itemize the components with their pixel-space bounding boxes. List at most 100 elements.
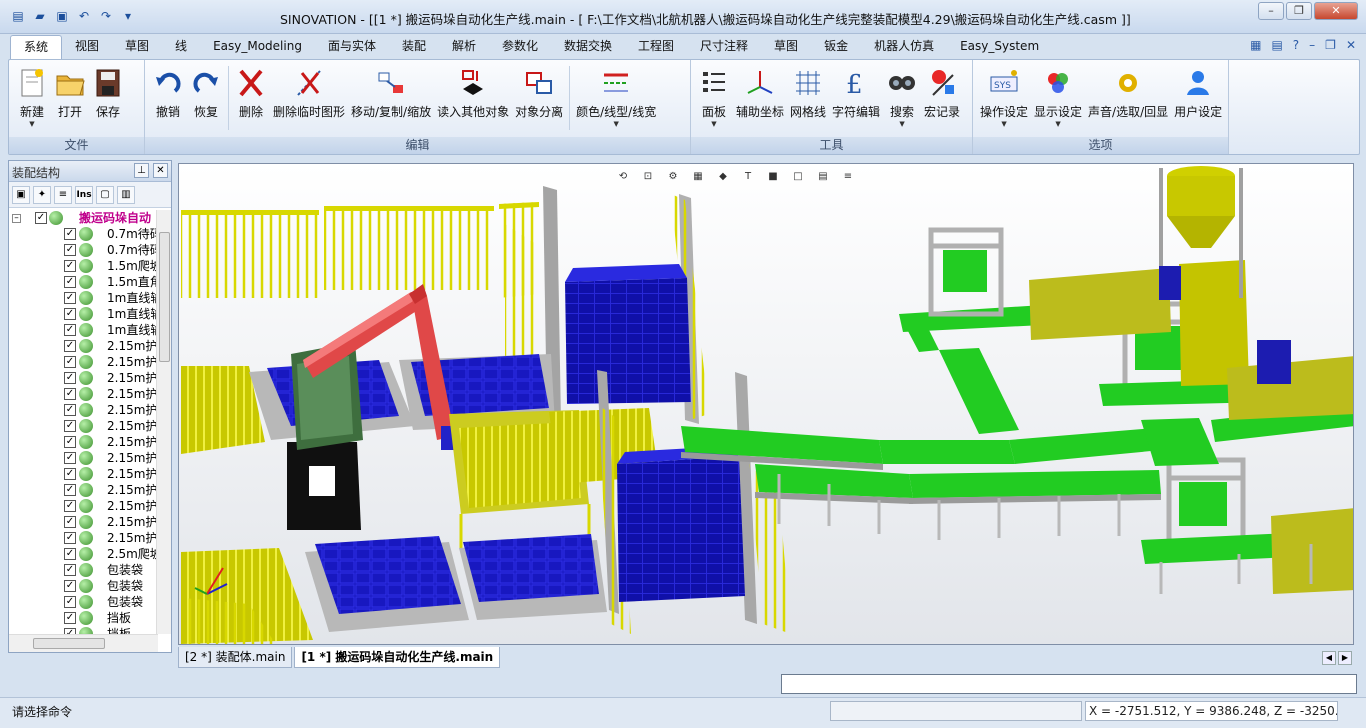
sound-settings-button[interactable]: 声音/选取/回显	[1085, 62, 1171, 134]
visibility-checkbox[interactable]: ✓	[64, 260, 76, 272]
visibility-checkbox[interactable]: ✓	[64, 468, 76, 480]
tree-item[interactable]: ✓ 0.7m待码	[9, 226, 158, 242]
layer-icon[interactable]: ≡	[838, 167, 858, 187]
redo-button[interactable]: 恢复	[187, 62, 225, 134]
window-cascade-icon[interactable]: ▤	[1271, 38, 1282, 52]
tab-12[interactable]: 草图	[761, 35, 811, 59]
visibility-checkbox[interactable]: ✓	[64, 228, 76, 240]
visibility-checkbox[interactable]: ✓	[64, 372, 76, 384]
visibility-checkbox[interactable]: ✓	[64, 564, 76, 576]
tree-item[interactable]: ✓ 2.15m护栏	[9, 418, 158, 434]
delete-button[interactable]: 删除	[232, 62, 270, 134]
tab-13[interactable]: 钣金	[811, 35, 861, 59]
collapse-toggle-icon[interactable]: –	[12, 214, 21, 223]
doc-restore-icon[interactable]: ❐	[1325, 38, 1336, 52]
save-button[interactable]: 保存	[89, 62, 127, 134]
visibility-checkbox[interactable]: ✓	[35, 212, 47, 224]
tab-7[interactable]: 解析	[439, 35, 489, 59]
tree-item[interactable]: ✓ 1.5m直角	[9, 274, 158, 290]
visibility-checkbox[interactable]: ✓	[64, 532, 76, 544]
tree-item[interactable]: ✓ 2.15m护栏	[9, 386, 158, 402]
visibility-checkbox[interactable]: ✓	[64, 436, 76, 448]
expand-tree-icon[interactable]: ✦	[33, 186, 51, 204]
doc-minimize-icon[interactable]: –	[1309, 38, 1315, 52]
render-icon[interactable]: ◆	[713, 167, 733, 187]
redo-icon[interactable]: ↷	[98, 8, 114, 24]
tree-item[interactable]: ✓ 1m直线输	[9, 322, 158, 338]
color-linetype-button[interactable]: 颜色/线型/线宽 ▼	[573, 62, 659, 134]
visibility-checkbox[interactable]: ✓	[64, 324, 76, 336]
tree-root[interactable]: – ✓ 搬运码垛自动	[9, 210, 158, 226]
delete-temp-button[interactable]: 删除临时图形	[270, 62, 348, 134]
visibility-checkbox[interactable]: ✓	[64, 388, 76, 400]
save-structure-icon[interactable]: ▣	[12, 186, 30, 204]
tree-item[interactable]: ✓ 1.5m爬坡	[9, 258, 158, 274]
prev-tab-icon[interactable]: ◀	[1322, 651, 1336, 665]
tree-item[interactable]: ✓ 1m直线输	[9, 290, 158, 306]
tree-item[interactable]: ✓ 2.15m护栏	[9, 466, 158, 482]
tree-item[interactable]: ✓ 包装袋	[9, 594, 158, 610]
tree-item[interactable]: ✓ 2.15m护栏	[9, 482, 158, 498]
visibility-checkbox[interactable]: ✓	[64, 276, 76, 288]
scroll-thumb[interactable]	[33, 638, 105, 649]
tab-0[interactable]: 系统	[10, 35, 63, 59]
view-rotate-icon[interactable]: ⟲	[613, 167, 633, 187]
doc-close-icon[interactable]: ✕	[1346, 38, 1356, 52]
char-edit-button[interactable]: £ 字符编辑	[829, 62, 883, 134]
tab-1[interactable]: 视图	[62, 35, 112, 59]
tree-horizontal-scrollbar[interactable]	[9, 634, 158, 652]
visibility-checkbox[interactable]: ✓	[64, 580, 76, 592]
close-icon[interactable]: ✕	[1314, 2, 1358, 20]
tab-5[interactable]: 面与实体	[315, 35, 389, 59]
new-doc-button[interactable]: 新建 ▼	[13, 62, 51, 134]
scroll-thumb[interactable]	[159, 232, 170, 362]
box-solid-icon[interactable]: ■	[763, 167, 783, 187]
visibility-checkbox[interactable]: ✓	[64, 404, 76, 416]
tree-item[interactable]: ✓ 2.15m护栏	[9, 434, 158, 450]
visibility-checkbox[interactable]: ✓	[64, 596, 76, 608]
pin-icon[interactable]: ⊥	[134, 163, 149, 178]
visibility-checkbox[interactable]: ✓	[64, 500, 76, 512]
tab-10[interactable]: 工程图	[625, 35, 687, 59]
visibility-checkbox[interactable]: ✓	[64, 340, 76, 352]
tree-item[interactable]: ✓ 2.15m护栏	[9, 402, 158, 418]
search-button[interactable]: 搜索 ▼	[883, 62, 921, 134]
visibility-checkbox[interactable]: ✓	[64, 308, 76, 320]
view-settings-icon[interactable]: ⚙	[663, 167, 683, 187]
open-folder-icon[interactable]: ▰	[32, 8, 48, 24]
macro-button[interactable]: 宏记录	[921, 62, 963, 134]
restore-icon[interactable]: ❐	[1286, 2, 1312, 20]
separate-object-button[interactable]: 对象分离	[512, 62, 566, 134]
tab-2[interactable]: 草图	[112, 35, 162, 59]
help-icon[interactable]: ?	[1293, 38, 1299, 52]
tree-item[interactable]: ✓ 挡板	[9, 626, 158, 634]
ins-icon[interactable]: Ins	[75, 186, 93, 204]
view-layout-icon[interactable]: ▦	[688, 167, 708, 187]
tree-item[interactable]: ✓ 包装袋	[9, 562, 158, 578]
grid-button[interactable]: 网格线	[787, 62, 829, 134]
aux-coord-button[interactable]: 辅助坐标	[733, 62, 787, 134]
measure-icon[interactable]: ▤	[813, 167, 833, 187]
minimize-icon[interactable]: –	[1258, 2, 1284, 20]
open-folder-button[interactable]: 打开	[51, 62, 89, 134]
visibility-checkbox[interactable]: ✓	[64, 420, 76, 432]
tab-6[interactable]: 装配	[389, 35, 439, 59]
zoom-window-icon[interactable]: ⊡	[638, 167, 658, 187]
visibility-checkbox[interactable]: ✓	[64, 244, 76, 256]
visibility-checkbox[interactable]: ✓	[64, 452, 76, 464]
component-icon[interactable]: ▢	[96, 186, 114, 204]
tab-15[interactable]: Easy_System	[947, 35, 1052, 59]
visibility-checkbox[interactable]: ✓	[64, 484, 76, 496]
command-input[interactable]	[781, 674, 1357, 694]
visibility-checkbox[interactable]: ✓	[64, 292, 76, 304]
type-icon[interactable]: T	[738, 167, 758, 187]
next-tab-icon[interactable]: ▶	[1338, 651, 1352, 665]
visibility-checkbox[interactable]: ✓	[64, 356, 76, 368]
doc-tab-1[interactable]: [1 *] 搬运码垛自动化生产线.main	[294, 647, 501, 668]
tab-14[interactable]: 机器人仿真	[861, 35, 947, 59]
tree-item[interactable]: ✓ 包装袋	[9, 578, 158, 594]
tree-item[interactable]: ✓ 挡板	[9, 610, 158, 626]
tree-item[interactable]: ✓ 2.15m护栏	[9, 370, 158, 386]
visibility-checkbox[interactable]: ✓	[64, 548, 76, 560]
move-copy-button[interactable]: 移动/复制/缩放	[348, 62, 434, 134]
